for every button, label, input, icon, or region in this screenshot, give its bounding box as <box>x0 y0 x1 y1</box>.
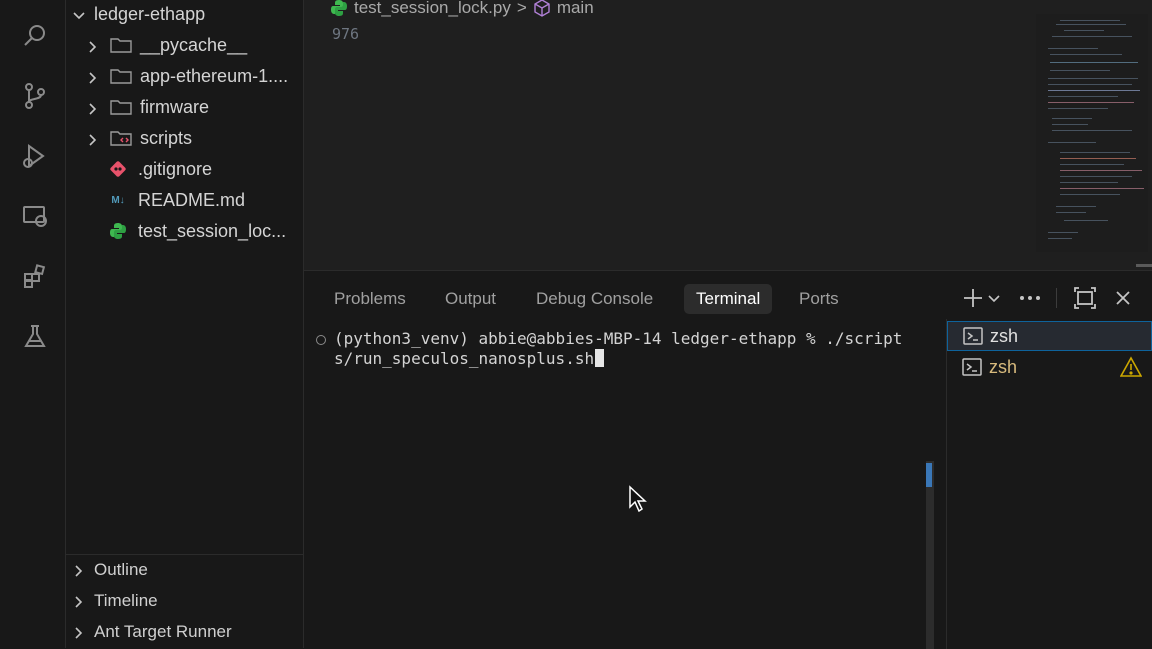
tree-item-label: app-ethereum-1.... <box>140 65 289 86</box>
terminal-item[interactable]: zsh <box>947 321 1152 351</box>
testing-icon[interactable] <box>21 322 49 350</box>
section-outline[interactable]: Outline <box>66 554 304 584</box>
new-terminal-plus-icon[interactable] <box>960 285 986 311</box>
chevron-down-icon <box>72 7 86 21</box>
tree-item-readme[interactable]: M↓ README.md <box>66 186 304 214</box>
tree-item-label: firmware <box>140 96 210 117</box>
source-control-icon[interactable] <box>21 82 49 110</box>
section-label: Ant Target Runner <box>94 622 232 641</box>
section-ant-target-runner[interactable]: Ant Target Runner <box>66 617 304 647</box>
tab-output[interactable]: Output <box>433 284 508 314</box>
remote-explorer-icon[interactable] <box>21 202 49 230</box>
root-folder-label: ledger-ethapp <box>94 3 206 24</box>
mouse-pointer-icon <box>628 485 648 513</box>
breadcrumb-file[interactable]: test_session_lock.py <box>354 0 511 18</box>
terminal-icon <box>961 356 983 378</box>
folder-icon <box>110 98 132 116</box>
terminal-item[interactable]: zsh <box>947 352 1152 382</box>
chevron-right-icon <box>86 38 100 53</box>
editor-scrollbar[interactable] <box>1136 264 1152 267</box>
git-icon <box>108 159 128 179</box>
cube-icon <box>533 0 551 17</box>
chevron-right-icon <box>72 625 86 639</box>
search-icon[interactable] <box>21 22 49 50</box>
folder-icon <box>110 67 132 85</box>
section-timeline[interactable]: Timeline <box>66 586 304 616</box>
maximize-panel-icon[interactable] <box>1072 285 1098 311</box>
tree-item-label: README.md <box>138 189 246 210</box>
terminal-line: (python3_venv) abbie@abbies-MBP-14 ledge… <box>334 329 903 348</box>
toolbar-divider <box>1056 288 1057 308</box>
folder-icon <box>110 36 132 54</box>
chevron-down-icon[interactable] <box>986 285 1002 311</box>
command-status-icon <box>316 335 326 345</box>
chevron-right-icon <box>72 594 86 608</box>
minimap[interactable] <box>1036 14 1148 252</box>
tree-item-label: test_session_loc... <box>138 220 287 241</box>
terminal-item-label: zsh <box>989 356 1018 377</box>
tree-item-test-session-lock[interactable]: test_session_loc... <box>66 217 304 245</box>
tree-item-label: .gitignore <box>138 158 213 179</box>
tree-item-pycache[interactable]: __pycache__ <box>66 31 304 59</box>
terminal-icon <box>962 325 984 347</box>
tree-item-app-ethereum[interactable]: app-ethereum-1.... <box>66 62 304 90</box>
explorer-sidebar: ledger-ethapp __pycache__ app-ethereum-1… <box>66 0 304 648</box>
bottom-panel: Problems Output Debug Console Terminal P… <box>304 270 1152 649</box>
terminal-scrollbar-track[interactable] <box>926 461 934 649</box>
python-icon <box>108 221 128 241</box>
activity-bar <box>0 0 66 648</box>
python-icon <box>330 0 348 17</box>
more-actions-icon[interactable] <box>1017 285 1043 311</box>
terminal-line: s/run_speculos_nanosplus.sh <box>334 349 605 369</box>
script-folder-icon <box>110 129 132 147</box>
explorer-root-folder[interactable]: ledger-ethapp <box>66 0 304 28</box>
chevron-right-icon <box>86 69 100 84</box>
terminal-output[interactable]: (python3_venv) abbie@abbies-MBP-14 ledge… <box>304 326 944 646</box>
tree-item-gitignore[interactable]: .gitignore <box>66 155 304 183</box>
editor-area[interactable]: test_session_lock.py > main 976 <box>304 0 1152 270</box>
terminal-list: zsh zsh <box>946 319 1152 649</box>
tree-item-scripts[interactable]: scripts <box>66 124 304 152</box>
breadcrumb-symbol[interactable]: main <box>557 0 594 18</box>
text-cursor <box>595 349 605 367</box>
extensions-icon[interactable] <box>21 262 49 290</box>
chevron-right-icon <box>86 131 100 146</box>
chevron-right-icon <box>86 100 100 115</box>
section-label: Outline <box>94 559 148 579</box>
warning-icon[interactable] <box>1119 356 1143 378</box>
chevron-right-icon <box>72 563 86 577</box>
tab-terminal[interactable]: Terminal <box>684 284 773 314</box>
terminal-item-label: zsh <box>990 325 1019 346</box>
run-debug-icon[interactable] <box>21 142 49 170</box>
line-number: 976 <box>332 25 360 43</box>
markdown-icon: M↓ <box>111 194 125 206</box>
tree-item-label: __pycache__ <box>140 34 248 55</box>
terminal-scrollbar-thumb[interactable] <box>926 463 932 487</box>
tab-ports[interactable]: Ports <box>787 284 851 314</box>
tree-item-label: scripts <box>140 127 193 148</box>
tree-item-firmware[interactable]: firmware <box>66 93 304 121</box>
tab-debug-console[interactable]: Debug Console <box>524 284 665 314</box>
breadcrumb: test_session_lock.py > main <box>330 0 594 21</box>
breadcrumb-separator: > <box>516 0 527 17</box>
section-label: Timeline <box>94 591 158 610</box>
close-panel-icon[interactable] <box>1110 285 1136 311</box>
tab-problems[interactable]: Problems <box>322 284 418 314</box>
